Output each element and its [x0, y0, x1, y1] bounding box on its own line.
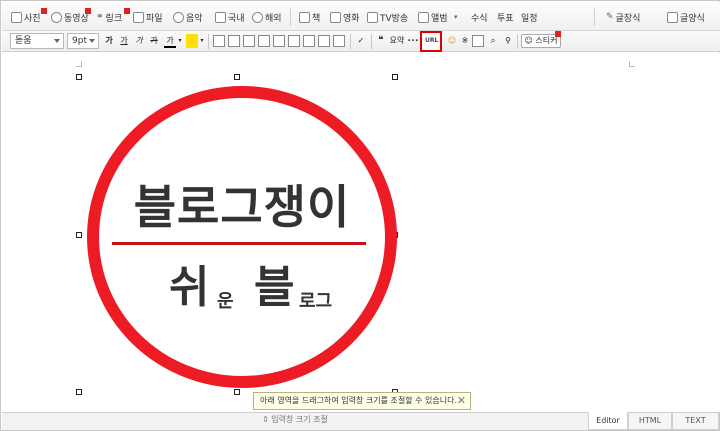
badge-circle[interactable]	[87, 86, 397, 388]
album-icon	[418, 11, 429, 23]
align-left-icon[interactable]	[213, 35, 225, 47]
smile-icon: ☺	[524, 36, 533, 45]
chevron-down-icon[interactable]: ▾	[199, 34, 205, 48]
summary-button[interactable]: 요약	[389, 34, 405, 48]
font-select[interactable]: 돋움	[10, 33, 64, 49]
chevron-down-icon	[54, 39, 60, 43]
template-icon	[667, 11, 678, 23]
font-color-button[interactable]: 가	[164, 34, 176, 48]
photo-icon	[11, 11, 22, 23]
file-button[interactable]: 파일	[133, 10, 163, 24]
video-button[interactable]: 동영상	[51, 8, 91, 24]
book-icon	[299, 11, 310, 23]
divider	[517, 34, 518, 49]
text-template-button[interactable]: 글양식	[667, 10, 705, 24]
resize-handle[interactable]	[234, 74, 240, 80]
tab-text[interactable]: TEXT	[672, 412, 719, 430]
outdent-icon[interactable]	[303, 35, 315, 47]
resize-handle[interactable]	[76, 74, 82, 80]
line-height-icon[interactable]	[333, 35, 345, 47]
map-icon	[215, 11, 226, 23]
ordered-list-icon[interactable]	[273, 35, 285, 47]
play-icon	[51, 11, 62, 23]
pencil-icon: ✎	[606, 12, 614, 22]
divider	[290, 8, 291, 26]
badge-title: 블로그쟁이	[133, 180, 351, 234]
align-right-icon[interactable]	[243, 35, 255, 47]
chevron-down-icon: ▾	[454, 13, 458, 21]
margin-corner	[629, 61, 635, 67]
music-button[interactable]: 음악	[173, 10, 203, 24]
poll-button[interactable]: 투표	[497, 10, 514, 24]
tab-html[interactable]: HTML	[628, 412, 672, 430]
special-char-icon[interactable]: ※	[459, 34, 471, 48]
emoji-icon[interactable]: ☺	[446, 34, 458, 48]
margin-corner	[76, 61, 82, 67]
resize-handle[interactable]	[392, 74, 398, 80]
film-icon	[330, 11, 341, 23]
text-style-button[interactable]: ✎ 글장식	[606, 10, 640, 24]
new-badge-icon	[124, 8, 130, 14]
resize-tooltip: 아래 영역을 드래그하여 입력창 크기를 조절할 수 있습니다. ✕	[253, 392, 471, 410]
map-pin-icon[interactable]: ⚲	[502, 34, 514, 48]
resize-handle[interactable]	[76, 232, 82, 238]
divider	[350, 34, 351, 49]
music-icon	[173, 11, 184, 23]
insert-toolbar: 사진 동영상 ⚭ 링크 파일 음악 국내 해외 책 영화 TV방송 앨범 ▾ 수…	[2, 2, 720, 31]
movie-button[interactable]: 영화	[330, 10, 360, 24]
divider	[594, 8, 595, 26]
new-badge-icon	[555, 31, 561, 37]
quote-button[interactable]: ❝	[375, 34, 387, 48]
formula-button[interactable]: 수식	[471, 10, 488, 24]
badge-divider-line	[112, 242, 366, 245]
bold-button[interactable]: 가	[103, 34, 115, 48]
badge-sub-big-1: 쉬	[169, 262, 210, 313]
tv-button[interactable]: TV방송	[367, 10, 408, 24]
divider	[371, 34, 372, 49]
spellcheck-icon[interactable]: ✓	[354, 34, 368, 48]
link-button[interactable]: ⚭ 링크	[96, 8, 130, 24]
book-button[interactable]: 책	[299, 10, 320, 24]
editor-frame: 사진 동영상 ⚭ 링크 파일 음악 국내 해외 책 영화 TV방송 앨범 ▾ 수…	[0, 0, 720, 431]
format-toolbar: 돋움 9pt 가 가 가 가 가 ▾ ▾ ✓ ❝ 요약 ∙∙∙ ☺ ※ ⌕ ⚲	[2, 31, 720, 52]
chevron-down-icon	[89, 39, 95, 43]
code-button[interactable]: ∙∙∙	[406, 34, 420, 48]
bg-color-button[interactable]	[186, 34, 198, 48]
tv-icon	[367, 11, 378, 23]
chevron-down-icon[interactable]: ▾	[177, 34, 183, 48]
divider	[208, 34, 209, 49]
underline-button[interactable]: 가	[118, 34, 130, 48]
italic-button[interactable]: 가	[133, 34, 145, 48]
indent-icon[interactable]	[318, 35, 330, 47]
table-icon[interactable]	[472, 35, 484, 47]
url-button[interactable]: URL	[420, 31, 442, 52]
link-icon: ⚭	[96, 12, 104, 22]
strike-button[interactable]: 가	[148, 34, 160, 48]
globe-icon	[252, 11, 263, 23]
schedule-button[interactable]: 일정	[521, 10, 538, 24]
align-center-icon[interactable]	[228, 35, 240, 47]
new-badge-icon	[85, 8, 91, 14]
photo-button[interactable]: 사진	[11, 8, 47, 24]
badge-sub-big-2: 블	[254, 262, 295, 313]
overseas-map-button[interactable]: 해외	[252, 10, 282, 24]
resize-handle[interactable]	[234, 389, 240, 395]
tab-editor[interactable]: Editor	[588, 412, 628, 430]
badge-sub-small-2: 로그	[299, 291, 333, 312]
new-badge-icon	[41, 8, 47, 14]
resize-handle[interactable]	[76, 389, 82, 395]
file-icon	[133, 11, 144, 23]
resize-bar[interactable]: ⇕ 입력창 크기 조절	[2, 412, 588, 430]
domestic-map-button[interactable]: 국내	[215, 10, 245, 24]
album-button[interactable]: 앨범	[418, 10, 448, 24]
badge-sub-small-1: 운	[217, 291, 234, 312]
search-icon[interactable]: ⌕	[487, 34, 499, 48]
more-dropdown[interactable]: ▾	[454, 10, 458, 24]
font-size-select[interactable]: 9pt	[67, 33, 99, 49]
unordered-list-icon[interactable]	[288, 35, 300, 47]
align-justify-icon[interactable]	[258, 35, 270, 47]
close-icon[interactable]: ✕	[457, 393, 466, 409]
